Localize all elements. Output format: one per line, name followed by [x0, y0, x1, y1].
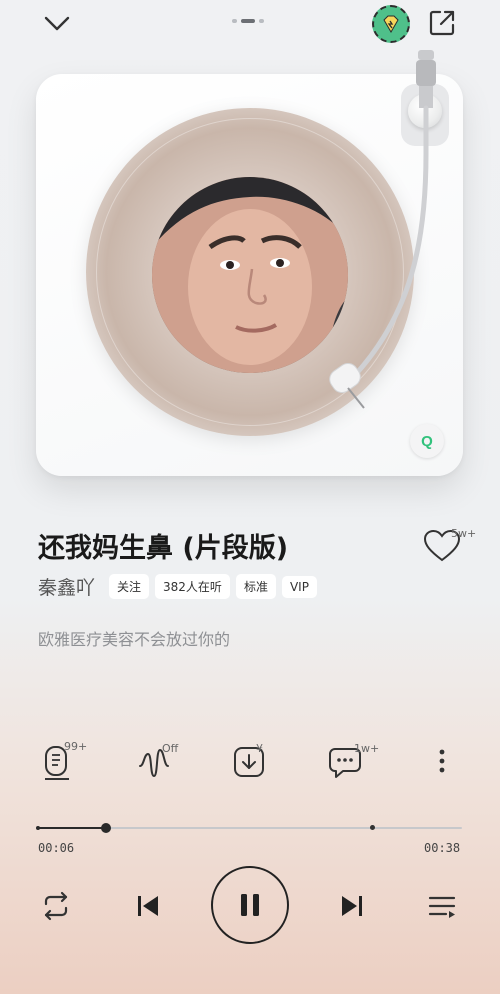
more-icon	[439, 749, 445, 773]
pause-icon	[241, 894, 259, 916]
repeat-icon	[44, 891, 68, 921]
lyric-line[interactable]: 欧雅医疗美容不会放过你的	[38, 626, 230, 650]
quality-tag[interactable]: 标准	[235, 574, 276, 599]
chevron-down-icon	[44, 16, 70, 31]
share-icon	[429, 10, 455, 36]
next-button[interactable]	[334, 888, 370, 924]
previous-button[interactable]	[130, 888, 166, 924]
page-dot	[259, 19, 264, 23]
playlist-icon	[428, 896, 456, 918]
like-count: 5w+	[451, 527, 477, 540]
share-button[interactable]	[426, 7, 458, 39]
total-time: 00:38	[424, 841, 461, 855]
progress-thumb[interactable]	[101, 823, 111, 833]
next-icon	[342, 896, 362, 916]
pause-button[interactable]	[211, 866, 289, 944]
vip-diamond-icon	[383, 15, 399, 33]
artist-name[interactable]: 秦鑫吖	[38, 573, 95, 600]
download-price-badge: ¥	[256, 742, 263, 755]
vip-badge-button[interactable]	[372, 5, 410, 43]
qq-music-logo-icon: Q	[410, 424, 444, 458]
collapse-button[interactable]	[40, 10, 74, 36]
progress-fill	[38, 827, 106, 829]
progress-marker	[370, 825, 375, 830]
page-dot	[232, 19, 237, 23]
song-title: 还我妈生鼻 (片段版)	[38, 533, 289, 564]
album-cover	[152, 177, 348, 373]
vip-tag[interactable]: VIP	[281, 575, 317, 598]
comment-count-badge: 1w+	[354, 742, 380, 755]
current-time: 00:06	[38, 841, 75, 855]
follow-tag[interactable]: 关注	[109, 574, 150, 599]
listener-count-tag[interactable]: 382人在听	[155, 574, 230, 599]
page-dot-active	[241, 19, 255, 23]
more-button[interactable]	[430, 740, 454, 782]
playlist-button[interactable]	[424, 888, 460, 924]
sound-effect-button[interactable]: Off	[136, 740, 182, 782]
comment-button[interactable]: 1w+	[328, 740, 379, 782]
page-indicator	[232, 19, 264, 23]
lyrics-button[interactable]: 99+	[40, 740, 88, 782]
previous-icon	[138, 896, 158, 916]
sound-effect-status: Off	[162, 742, 179, 755]
lyrics-badge: 99+	[64, 740, 88, 753]
artist-row: 秦鑫吖 关注 382人在听 标准 VIP	[38, 573, 317, 600]
repeat-mode-button[interactable]	[36, 888, 76, 924]
download-button[interactable]: ¥	[232, 740, 278, 782]
progress-start-dot	[36, 826, 40, 830]
tonearm[interactable]	[320, 44, 460, 416]
